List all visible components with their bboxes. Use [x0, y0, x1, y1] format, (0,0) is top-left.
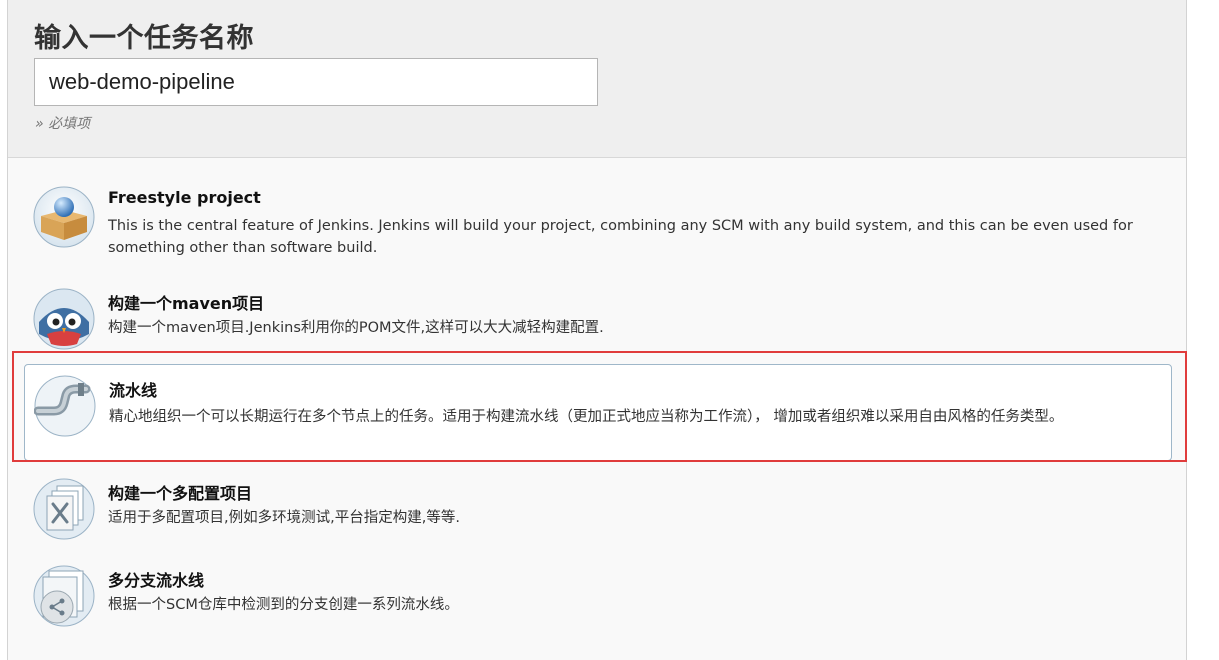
multibranch-pipeline-icon [33, 565, 95, 627]
job-type-description: This is the central feature of Jenkins. … [108, 218, 1133, 256]
job-type-freestyle[interactable]: Freestyle project This is the central fe… [24, 180, 1172, 270]
job-type-multi-config[interactable]: 构建一个多配置项目 适用于多配置项目,例如多环境测试,平台指定构建,等等. [24, 472, 1172, 546]
item-name-input[interactable] [34, 58, 598, 106]
job-type-name: 多分支流水线 [108, 571, 205, 590]
job-type-name: 构建一个maven项目 [108, 294, 265, 313]
multi-config-icon [33, 478, 95, 540]
maven-owl-icon [33, 288, 95, 350]
page-title: 输入一个任务名称 [34, 23, 254, 54]
job-type-description: 精心地组织一个可以长期运行在多个节点上的任务。适用于构建流水线（更加正式地应当称… [109, 409, 1064, 425]
pipeline-icon [34, 375, 96, 437]
job-type-pipeline[interactable]: 流水线 精心地组织一个可以长期运行在多个节点上的任务。适用于构建流水线（更加正式… [24, 364, 1172, 461]
required-hint: » 必填项 [35, 116, 91, 132]
job-type-maven[interactable]: 构建一个maven项目 构建一个maven项目.Jenkins利用你的POM文件… [24, 282, 1172, 352]
item-name-section: 输入一个任务名称 » 必填项 [8, 0, 1186, 158]
job-type-description: 构建一个maven项目.Jenkins利用你的POM文件,这样可以大大减轻构建配… [108, 320, 604, 336]
job-type-name: Freestyle project [108, 188, 261, 207]
job-type-multibranch-pipeline[interactable]: 多分支流水线 根据一个SCM仓库中检测到的分支创建一系列流水线。 [24, 559, 1172, 639]
job-type-description: 适用于多配置项目,例如多环境测试,平台指定构建,等等. [108, 510, 460, 526]
job-type-name: 流水线 [109, 381, 158, 400]
job-type-description: 根据一个SCM仓库中检测到的分支创建一系列流水线。 [108, 597, 459, 613]
new-item-panel: 输入一个任务名称 » 必填项 Freestyle project This is… [7, 0, 1187, 660]
job-type-name: 构建一个多配置项目 [108, 484, 253, 503]
freestyle-box-icon [33, 186, 95, 248]
